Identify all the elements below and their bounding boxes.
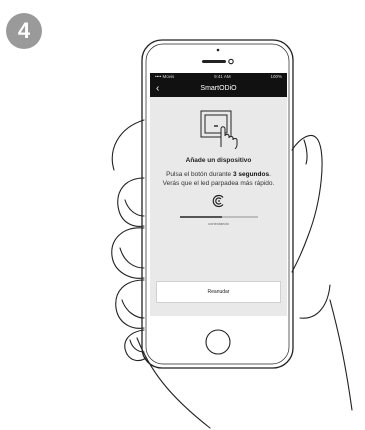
progress-fill (179, 216, 223, 218)
finger-press-icon (220, 126, 237, 149)
clock: 9:41 AM (214, 74, 231, 79)
device-switch-icon (200, 110, 237, 149)
status-bar: •••• Movis 9:41 AM 100% (150, 73, 287, 81)
carrier-signal: •••• Movis (155, 74, 175, 79)
step-number-badge: 4 (6, 13, 42, 49)
instruction-duration: 3 segundos (232, 171, 270, 178)
app-title: SmartODiO (200, 85, 237, 92)
connecting-icon (212, 194, 223, 208)
app-nav-bar: ‹ SmartODiO (150, 81, 287, 97)
add-device-content: Añade un dispositivo Pulsa el botón dura… (150, 109, 287, 226)
battery-level: 100% (270, 74, 282, 79)
resume-button[interactable]: Reanudar (156, 281, 281, 303)
phone-screen: •••• Movis 9:41 AM 100% ‹ SmartODiO Añad… (150, 73, 287, 316)
progress-bar (179, 216, 258, 218)
setup-instructions: Pulsa el botón durante 3 segundos. Verás… (162, 171, 275, 188)
progress-label: conectando (208, 221, 229, 226)
setup-title: Añade un dispositivo (185, 157, 252, 164)
instruction-text-1: Pulsa el botón durante (166, 171, 233, 178)
back-arrow-icon[interactable]: ‹ (156, 81, 159, 97)
